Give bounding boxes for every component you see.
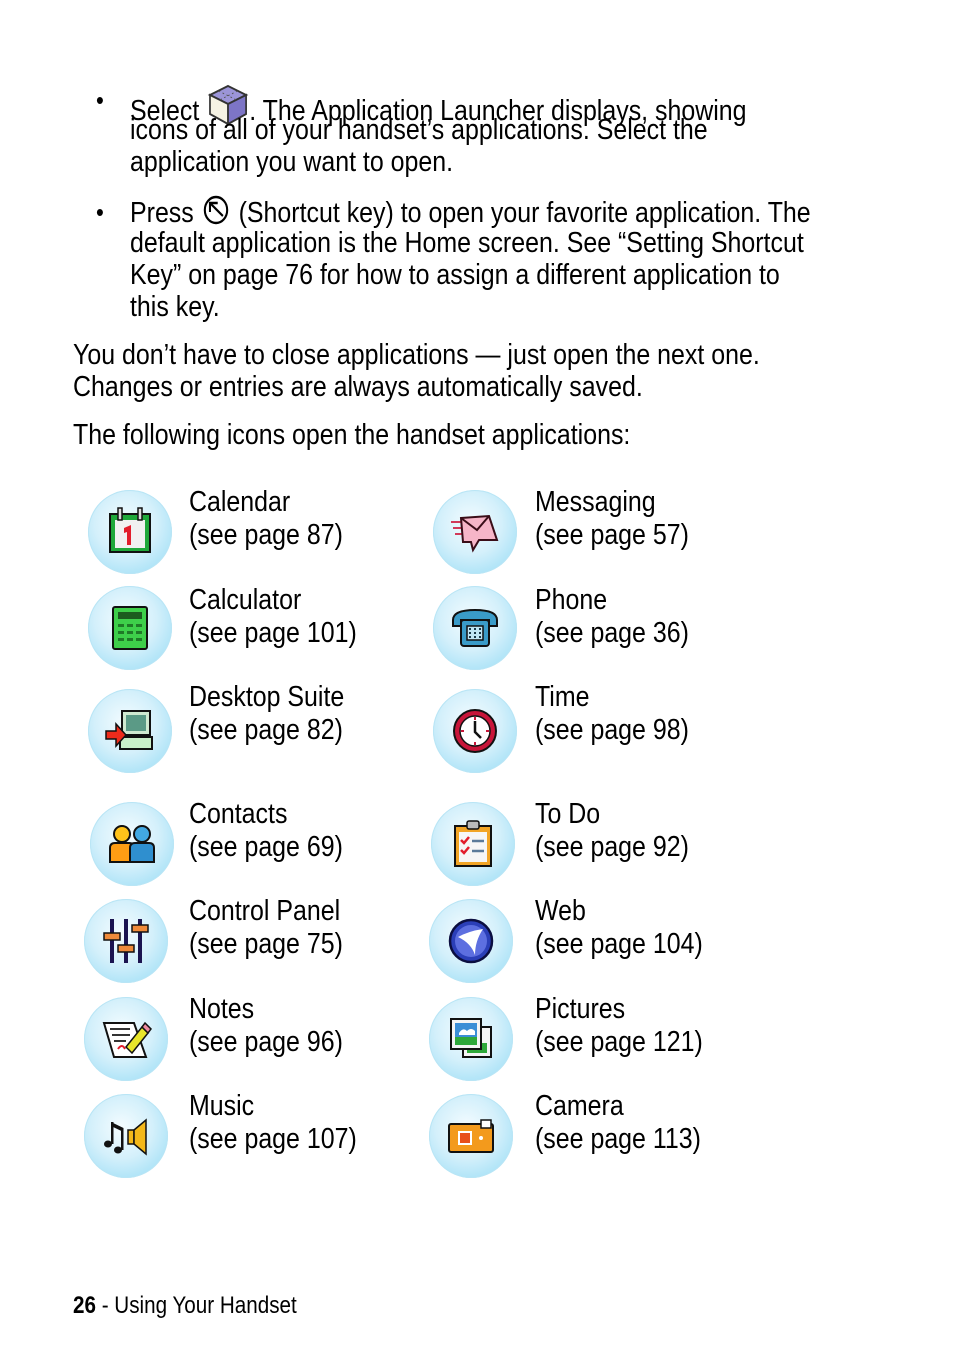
bullet-shortcut-line-3: Key” on page 76 for how to assign a diff… [130, 259, 780, 291]
app-page-ref: (see page 98) [535, 714, 689, 746]
app-name: Music [189, 1090, 255, 1122]
app-name: Calculator [189, 584, 302, 616]
calendar-icon [88, 490, 172, 574]
paragraph-icons-intro: The following icons open the handset app… [73, 419, 631, 451]
paragraph-auto-save-line-2: Changes or entries are always automatica… [73, 371, 643, 403]
app-name: Contacts [189, 798, 288, 830]
web-icon [429, 899, 513, 983]
app-name: Camera [535, 1090, 624, 1122]
calculator-icon [88, 586, 172, 670]
bullet-shortcut-line-4: this key. [130, 291, 220, 323]
app-page-ref: (see page 82) [189, 714, 343, 746]
paragraph-auto-save-line-1: You don’t have to close applications — j… [73, 339, 760, 371]
phone-icon [433, 586, 517, 670]
todo-icon [431, 802, 515, 886]
app-name: Messaging [535, 486, 656, 518]
app-page-ref: (see page 36) [535, 617, 689, 649]
bullet-launcher-line-2: icons of all of your handset’s applicati… [130, 114, 708, 146]
app-name: Phone [535, 584, 608, 616]
bullet-launcher-line-3: application you want to open. [130, 146, 454, 178]
app-page-ref: (see page 69) [189, 831, 343, 863]
page-number: 26 [73, 1292, 96, 1319]
app-page-ref: (see page 92) [535, 831, 689, 863]
app-page-ref: (see page 101) [189, 617, 357, 649]
footer-separator: - [95, 1292, 115, 1319]
app-page-ref: (see page 121) [535, 1026, 703, 1058]
bullet-marker: • [96, 85, 104, 115]
app-name: Web [535, 895, 586, 927]
app-name: Pictures [535, 993, 626, 1025]
app-name: Calendar [189, 486, 291, 518]
contacts-icon [90, 802, 174, 886]
app-page-ref: (see page 104) [535, 928, 703, 960]
messaging-icon [433, 490, 517, 574]
section-title: Using Your Handset [114, 1292, 297, 1319]
app-page-ref: (see page 87) [189, 519, 343, 551]
app-name: Notes [189, 993, 255, 1025]
music-icon [84, 1094, 168, 1178]
pictures-icon [429, 997, 513, 1081]
app-name: To Do [535, 798, 601, 830]
camera-icon [429, 1094, 513, 1178]
time-icon [433, 689, 517, 773]
app-page-ref: (see page 75) [189, 928, 343, 960]
bullet-shortcut-line-2: default application is the Home screen. … [130, 227, 804, 259]
app-name: Desktop Suite [189, 681, 345, 713]
control-panel-icon [84, 899, 168, 983]
app-name: Time [535, 681, 590, 713]
page-footer: 26 - Using Your Handset [73, 1292, 297, 1320]
bullet-marker: • [96, 197, 104, 227]
notes-icon [84, 997, 168, 1081]
app-page-ref: (see page 113) [535, 1123, 701, 1155]
app-name: Control Panel [189, 895, 341, 927]
app-page-ref: (see page 96) [189, 1026, 343, 1058]
app-page-ref: (see page 57) [535, 519, 689, 551]
desktop-suite-icon [88, 689, 172, 773]
app-page-ref: (see page 107) [189, 1123, 357, 1155]
